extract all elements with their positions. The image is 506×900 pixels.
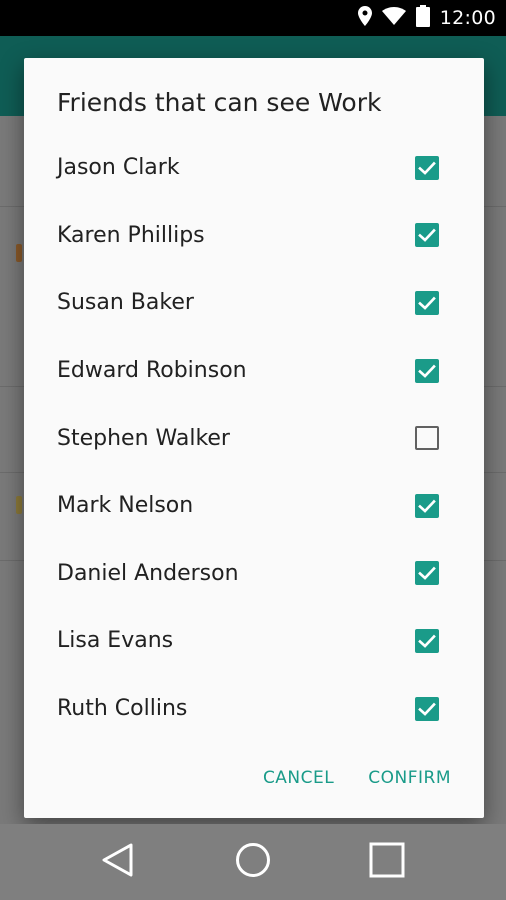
friend-name: Daniel Anderson — [57, 560, 239, 586]
friend-row[interactable]: Mark Nelson — [24, 472, 484, 540]
dialog-title: Friends that can see Work — [57, 88, 382, 117]
friend-name: Stephen Walker — [57, 425, 230, 451]
recents-icon — [369, 842, 405, 883]
home-icon — [235, 842, 271, 883]
navigation-bar — [0, 824, 506, 900]
friend-name: Karen Phillips — [57, 222, 205, 248]
home-button[interactable] — [235, 824, 271, 900]
background-marker — [16, 496, 22, 514]
friend-name: Mark Nelson — [57, 493, 194, 519]
background-marker — [16, 244, 22, 262]
cancel-button[interactable]: CANCEL — [263, 768, 334, 788]
friend-row[interactable]: Jason Clark — [24, 134, 484, 202]
friend-checkbox[interactable] — [415, 628, 439, 653]
friend-checkbox[interactable] — [415, 426, 439, 451]
back-button[interactable] — [100, 824, 134, 900]
checkmark-icon — [418, 499, 436, 513]
friend-row[interactable]: Susan Baker — [24, 269, 484, 337]
dialog-actions: CANCEL CONFIRM — [263, 768, 451, 788]
friend-row[interactable]: Stephen Walker — [24, 404, 484, 472]
friends-dialog: Friends that can see Work Jason Clark Ka… — [24, 58, 484, 818]
friend-name: Lisa Evans — [57, 628, 174, 654]
checkmark-icon — [418, 364, 436, 378]
friend-checkbox[interactable] — [415, 561, 439, 586]
confirm-button[interactable]: CONFIRM — [368, 768, 451, 788]
friend-row[interactable]: Ruth Collins — [24, 675, 484, 743]
friend-row[interactable]: Daniel Anderson — [24, 540, 484, 608]
friend-checkbox[interactable] — [415, 696, 439, 721]
status-icons: 12:00 — [357, 0, 496, 36]
battery-icon — [415, 4, 430, 32]
wifi-icon — [381, 6, 406, 30]
friend-name: Edward Robinson — [57, 358, 247, 384]
checkmark-icon — [418, 161, 436, 175]
checkmark-icon — [418, 702, 436, 716]
friend-row[interactable]: Lisa Evans — [24, 607, 484, 675]
back-icon — [100, 842, 134, 883]
friend-name: Susan Baker — [57, 290, 194, 316]
status-bar: 12:00 — [0, 0, 506, 36]
friend-row[interactable]: Karen Phillips — [24, 202, 484, 270]
friend-checkbox[interactable] — [415, 493, 439, 518]
friend-name: Jason Clark — [57, 155, 180, 181]
status-time: 12:00 — [439, 7, 496, 29]
recents-button[interactable] — [369, 824, 405, 900]
checkmark-icon — [418, 634, 436, 648]
friend-list: Jason Clark Karen Phillips Susan Baker E… — [24, 134, 484, 742]
friend-checkbox[interactable] — [415, 290, 439, 315]
checkmark-icon — [418, 567, 436, 581]
checkmark-icon — [418, 229, 436, 243]
friend-checkbox[interactable] — [415, 155, 439, 180]
checkmark-icon — [418, 296, 436, 310]
friend-name: Ruth Collins — [57, 696, 188, 722]
friend-row[interactable]: Edward Robinson — [24, 337, 484, 405]
friend-checkbox[interactable] — [415, 358, 439, 383]
location-pin-icon — [357, 5, 372, 31]
friend-checkbox[interactable] — [415, 223, 439, 248]
